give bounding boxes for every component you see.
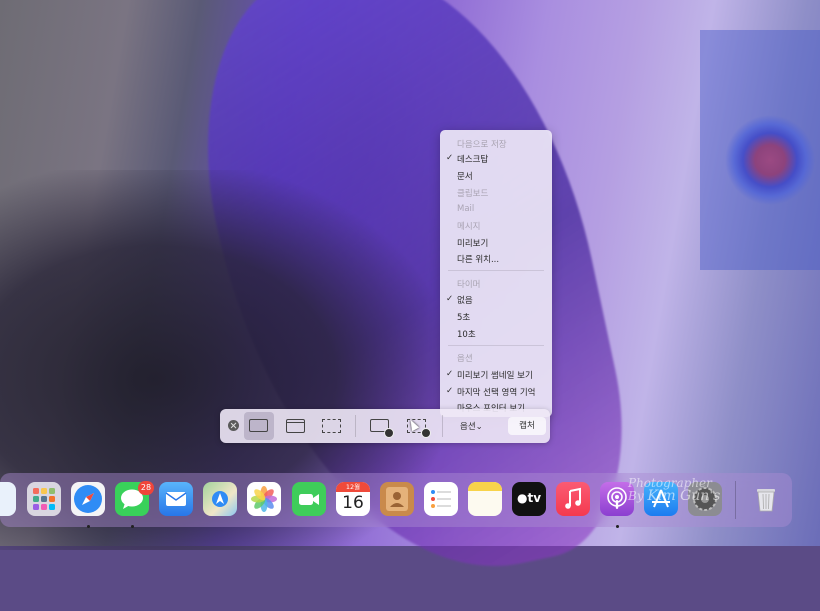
launchpad-icon[interactable]	[27, 482, 61, 516]
capture-entire-screen-button[interactable]	[244, 412, 274, 440]
music-icon[interactable]	[556, 482, 590, 516]
notes-icon[interactable]	[468, 482, 502, 516]
toolbar-divider	[355, 415, 356, 437]
menu-item-mail[interactable]: Mail	[457, 204, 474, 214]
options-button[interactable]: 옵션⌄	[460, 420, 483, 432]
facetime-icon[interactable]	[292, 482, 326, 516]
running-indicator	[87, 525, 90, 528]
toolbar-divider	[442, 415, 443, 437]
menu-item-timer-none[interactable]: ✓ 없음	[446, 294, 473, 306]
capture-window-button[interactable]	[281, 412, 311, 440]
contacts-icon[interactable]	[380, 482, 414, 516]
screenshot-toolbar: 옵션⌄ 캡처	[220, 409, 550, 443]
menu-item-documents[interactable]: 문서	[457, 170, 473, 182]
screen-icon	[249, 419, 268, 432]
close-icon[interactable]	[228, 420, 239, 431]
dock-divider	[735, 481, 736, 519]
calendar-day: 16	[342, 493, 364, 513]
launchpad-grid-icon	[33, 488, 55, 510]
calendar-month: 12월	[336, 482, 370, 492]
notes-header-strip	[468, 482, 502, 491]
maps-icon[interactable]	[203, 482, 237, 516]
checkmark-icon: ✓	[446, 369, 454, 379]
map-arrow-icon	[212, 491, 228, 507]
capture-button[interactable]: 캡처	[508, 417, 546, 435]
capture-selection-button[interactable]	[317, 412, 347, 440]
envelope-icon	[165, 492, 187, 506]
screenshot-options-menu: 다음으로 저장 ✓ 데스크탑 문서 클립보드 Mail 메시지 미리보기 다른 …	[440, 130, 552, 417]
menu-item-show-thumbnail[interactable]: ✓ 미리보기 썸네일 보기	[446, 369, 533, 381]
music-note-icon	[565, 487, 581, 509]
record-dot-icon	[384, 428, 394, 438]
menu-item-remember-selection[interactable]: ✓ 마지막 선택 영역 기억	[446, 386, 536, 398]
record-dot-icon	[421, 428, 431, 438]
checkmark-icon: ✓	[446, 386, 454, 396]
mail-icon[interactable]	[159, 482, 193, 516]
trash-can-icon	[757, 489, 775, 512]
menu-separator	[448, 345, 544, 346]
messages-badge: 28	[138, 481, 154, 495]
menu-item-timer-5s[interactable]: 5초	[457, 311, 470, 323]
background-window	[700, 30, 820, 270]
running-indicator	[131, 525, 134, 528]
window-icon	[286, 419, 305, 433]
menu-item-preview[interactable]: 미리보기	[457, 237, 488, 249]
menu-item-timer-10s[interactable]: 10초	[457, 328, 476, 340]
apple-tv-icon[interactable]: ●tv	[512, 482, 546, 516]
trash-icon[interactable]	[749, 482, 783, 516]
save-to-header: 다음으로 저장	[457, 140, 507, 150]
menu-item-clipboard[interactable]: 클립보드	[457, 187, 488, 199]
compass-icon	[74, 485, 102, 513]
safari-icon[interactable]	[71, 482, 105, 516]
checkmark-icon: ✓	[446, 294, 454, 304]
options-header: 옵션	[457, 354, 473, 364]
person-icon	[386, 487, 408, 511]
selection-icon	[322, 419, 341, 433]
checklist-icon	[431, 490, 451, 508]
menu-separator	[448, 270, 544, 271]
checkmark-icon: ✓	[446, 153, 454, 163]
apple-logo-icon: ●	[516, 491, 528, 505]
menu-item-messages[interactable]: 메시지	[457, 220, 480, 232]
chevron-down-icon: ⌄	[475, 422, 483, 432]
photos-icon[interactable]	[247, 482, 281, 516]
photographer-watermark: Photographer By Kim Gun's	[628, 476, 721, 504]
menu-item-desktop[interactable]: ✓ 데스크탑	[446, 153, 488, 165]
video-camera-icon	[299, 494, 319, 505]
finder-icon[interactable]	[0, 482, 16, 516]
calendar-icon[interactable]: 12월 16	[336, 482, 370, 516]
running-indicator	[616, 525, 619, 528]
record-screen-button[interactable]	[365, 412, 395, 440]
timer-header: 타이머	[457, 280, 481, 290]
flower-icon	[251, 486, 277, 512]
reminders-icon[interactable]	[424, 482, 458, 516]
tv-label: tv	[527, 491, 542, 505]
menu-item-other-location[interactable]: 다른 위치...	[457, 253, 499, 265]
